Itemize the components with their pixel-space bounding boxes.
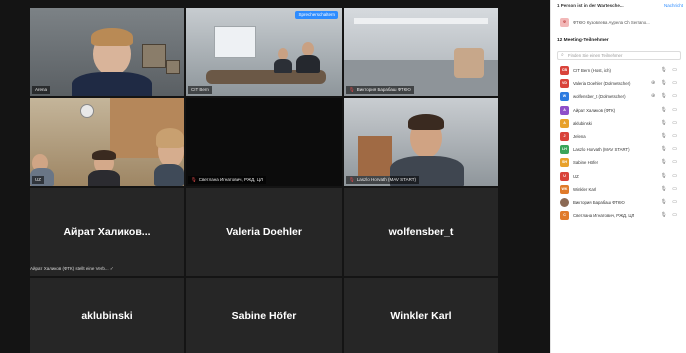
participant-name: wolfensber_t (Dolmetscher) (573, 94, 626, 100)
avatar (560, 198, 569, 207)
participant-name-tag: 🎙 Виктория Барабаш ФТКЮ (346, 86, 414, 94)
participant-row[interactable]: WK Winkler Karl 🎙 ▭ (557, 184, 683, 195)
mic-camera-status-icon[interactable]: 🎙 ▭ (661, 199, 679, 206)
video-tile-uz[interactable]: UZ (30, 98, 184, 186)
mic-camera-status-icon[interactable]: 🎙 ▭ (661, 120, 679, 127)
checkmark-icon: ✓ (109, 266, 114, 271)
participant-name-tag: CIT Bern (188, 86, 212, 94)
avatar: LH (560, 145, 569, 155)
participant-search-input[interactable]: ⌕ Finden Sie einen Teilnehmer (557, 51, 681, 60)
waiting-room-header: 1 Person ist in der Wartesche... Nachric… (557, 3, 683, 8)
participants-panel: 1 Person ist in der Wartesche... Nachric… (550, 0, 686, 353)
participant-name: CIT Bern (Host, ich) (573, 68, 611, 73)
participant-display-name: Valeria Doehler (226, 226, 302, 238)
participant-row[interactable]: VD Valeria Doehler (Dolmetscher) ⊕ 🎙 ▭ (557, 79, 683, 89)
name-tile-winkler[interactable]: Winkler Karl (344, 278, 498, 353)
video-tile-viktoria[interactable]: 🎙 Виктория Барабаш ФТКЮ (344, 8, 498, 96)
participant-row[interactable]: CB CIT Bern (Host, ich) 🎙 ▭ (557, 66, 683, 76)
participant-display-name: Айрат Халиков... (63, 226, 151, 238)
participant-name-tag: UZ (32, 176, 44, 184)
participant-name: Sabine Höfer (573, 160, 599, 166)
participant-display-name: Winkler Karl (390, 309, 452, 322)
participant-row[interactable]: C Светлана Игнатович, РЖД, ЦЛ 🎙 ▭ (557, 211, 683, 221)
participant-row[interactable]: LH Laszlo Horvath (MAV START) 🎙 ▭ (557, 145, 683, 155)
video-tile-arena[interactable]: Arena (30, 8, 184, 96)
participants-count-title: 12 Meeting-Teilnehmer (557, 38, 609, 43)
mic-camera-status-icon[interactable]: 🎙 ▭ (661, 159, 679, 166)
speaker-view-badge[interactable]: Sprecherschaltern (295, 11, 338, 19)
participant-row[interactable]: Wwolfensber_t (Dolmetscher) ⊕ 🎙 ▭ (557, 92, 683, 102)
message-link[interactable]: Nachricht (664, 3, 683, 8)
name-tile-wolfensber[interactable]: wolfensber_t (344, 188, 498, 276)
participant-name: aklubinski (573, 120, 592, 126)
avatar: A (560, 105, 569, 115)
mic-camera-status-icon[interactable]: 🎙 ▭ (661, 212, 679, 219)
participant-display-name: wolfensber_t (388, 226, 454, 238)
participant-display-name: aklubinski (81, 309, 133, 322)
video-gallery: Arena Sprecherschaltern CIT Bern 🎙 Виктор… (0, 0, 550, 353)
participant-name: Jelena (573, 134, 586, 139)
participant-row[interactable]: Aaklubinski 🎙 ▭ (557, 118, 683, 129)
name-tile-sabine[interactable]: Sabine Höfer (186, 278, 342, 353)
avatar: A (560, 118, 569, 128)
search-icon: ⌕ (561, 52, 564, 58)
participant-name: Winkler Karl (573, 186, 597, 192)
participant-name: Laszlo Horvath (MAV START) (573, 147, 630, 153)
name-tile-aklubinski[interactable]: aklubinski (30, 278, 184, 353)
name-tile-airat[interactable]: Айрат Халиков... (30, 188, 184, 276)
participant-name: Valeria Doehler (Dolmetscher) (573, 81, 631, 87)
zoom-meeting-window: Arena Sprecherschaltern CIT Bern 🎙 Виктор… (0, 0, 686, 353)
mic-camera-status-icon[interactable]: 🎙 ▭ (661, 173, 679, 180)
avatar: W (560, 92, 569, 102)
avatar: VD (560, 79, 569, 89)
mic-camera-status-icon[interactable]: 🎙 ▭ (661, 133, 679, 140)
mic-camera-status-icon[interactable]: ⊕ 🎙 ▭ (651, 93, 679, 100)
participant-name: UZ (573, 173, 579, 179)
avatar: C (560, 211, 569, 221)
avatar: J (560, 132, 569, 141)
participant-name-tag: 🎙 Laszlo Horvath (MAV START) (346, 176, 419, 184)
participant-name: Светлана Игнатович, РЖД, ЦЛ (573, 213, 635, 219)
avatar: WK (560, 184, 569, 194)
video-tile-svetlana[interactable]: 🎙 Светлана Игнатович, РЖД, ЦЛ (186, 98, 342, 186)
participant-name: Айрат Халиков (ФТК) (573, 107, 616, 113)
mic-camera-status-icon[interactable]: ⊕ 🎙 ▭ (651, 80, 679, 87)
participant-row[interactable]: U UZ 🎙 ▭ (557, 171, 683, 182)
participant-name-tag: 🎙 Светлана Игнатович, РЖД, ЦЛ (188, 176, 266, 184)
participant-row[interactable]: A Айрат Халиков (ФТК) 🎙 ▭ (557, 105, 683, 116)
participant-row[interactable]: SH Sabine Höfer 🎙 ▭ (557, 158, 683, 168)
mic-camera-status-icon[interactable]: 🎙 ▭ (661, 67, 679, 74)
participant-display-name: Sabine Höfer (231, 309, 297, 322)
video-tile-laszlo[interactable]: 🎙 Laszlo Horvath (MAV START) (344, 98, 498, 186)
waiting-participant[interactable]: Ф ФТКЮ Кузовлева Аурела Ch Serrano... (557, 18, 683, 27)
participant-row[interactable]: J Jelena 🎙 ▭ (557, 132, 683, 142)
participant-name-tag: Arena (32, 86, 51, 94)
avatar: SH (560, 158, 569, 168)
participant-name: Виктория Барабаш ФТКЮ (573, 200, 625, 205)
avatar: CB (560, 66, 569, 75)
mic-camera-status-icon[interactable]: 🎙 ▭ (661, 186, 679, 193)
chat-notification[interactable]: Айрат Халиков (ФТК) stellt eine Verb... … (30, 266, 114, 272)
participant-row[interactable]: Виктория Барабаш ФТКЮ 🎙 ▭ (557, 198, 683, 208)
video-tile-cit-bern[interactable]: Sprecherschaltern CIT Bern (186, 8, 342, 96)
mic-camera-status-icon[interactable]: 🎙 ▭ (661, 146, 679, 153)
name-tile-valeria[interactable]: Valeria Doehler (186, 188, 342, 276)
avatar: Ф (560, 18, 569, 27)
avatar: U (560, 171, 569, 181)
mic-camera-status-icon[interactable]: 🎙 ▭ (661, 107, 679, 114)
